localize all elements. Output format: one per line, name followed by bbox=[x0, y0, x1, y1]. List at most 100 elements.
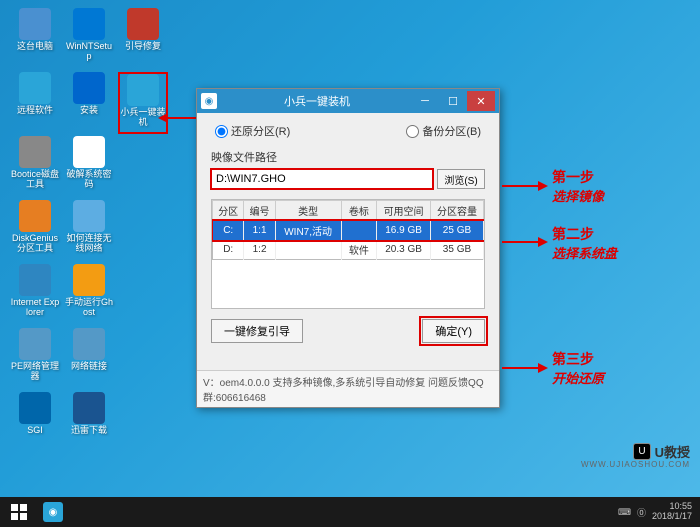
confirm-button[interactable]: 确定(Y) bbox=[422, 319, 485, 343]
taskbar-clock[interactable]: 10:55 2018/1/17 bbox=[652, 502, 692, 522]
desktop-icon-1[interactable]: WinNTSetup bbox=[64, 8, 114, 70]
desktop-icon-0[interactable]: 这台电脑 bbox=[10, 8, 60, 70]
icon-label: Internet Explorer bbox=[10, 298, 60, 318]
app-icon bbox=[73, 264, 105, 296]
restore-radio-input[interactable] bbox=[215, 125, 228, 138]
cell: 35 GB bbox=[430, 240, 483, 260]
restore-radio-label: 还原分区(R) bbox=[231, 123, 290, 139]
col-header[interactable]: 可用空间 bbox=[377, 201, 431, 221]
arrow-step1 bbox=[502, 176, 548, 196]
desktop-icons-grid: 这台电脑WinNTSetup引导修复远程软件安装小兵一键装机Bootice磁盘工… bbox=[10, 8, 168, 454]
desktop-icon-18[interactable]: SGI bbox=[10, 392, 60, 454]
icon-label: 如何连接无线网络 bbox=[64, 234, 114, 254]
icon-label: 网络链接 bbox=[71, 362, 107, 372]
app-icon bbox=[19, 264, 51, 296]
table-row[interactable]: D:1:2软件20.3 GB35 GB bbox=[213, 240, 484, 260]
watermark-url: WWW.UJIAOSHOU.COM bbox=[581, 460, 690, 469]
cell: D: bbox=[213, 240, 244, 260]
desktop-icon-6[interactable]: Bootice磁盘工具 bbox=[10, 136, 60, 198]
desktop-background: 这台电脑WinNTSetup引导修复远程软件安装小兵一键装机Bootice磁盘工… bbox=[0, 0, 700, 497]
icon-label: SGI bbox=[27, 426, 43, 436]
backup-radio-label: 备份分区(B) bbox=[422, 123, 481, 139]
app-icon bbox=[19, 328, 51, 360]
desktop-icon-3[interactable]: 远程软件 bbox=[10, 72, 60, 134]
close-button[interactable]: ✕ bbox=[467, 91, 495, 111]
minimize-button[interactable]: ─ bbox=[411, 91, 439, 111]
app-icon bbox=[73, 8, 105, 40]
taskbar: ◉ ⌨ ⓪ 10:55 2018/1/17 bbox=[0, 497, 700, 527]
watermark: U U教授 bbox=[633, 442, 690, 461]
step3-desc: 开始还原 bbox=[552, 370, 604, 388]
installer-dialog: ◉ 小兵一键装机 ─ ☐ ✕ 还原分区(R) 备份分区(B) 映像文件路径 浏览… bbox=[196, 88, 500, 408]
app-icon bbox=[73, 392, 105, 424]
watermark-badge: U bbox=[633, 443, 650, 460]
col-header[interactable]: 编号 bbox=[244, 201, 275, 221]
col-header[interactable]: 分区 bbox=[213, 201, 244, 221]
partition-table[interactable]: 分区编号类型卷标可用空间分区容量 C:1:1WIN7,活动 16.9 GB25 G… bbox=[212, 200, 484, 260]
desktop-icon-2[interactable]: 引导修复 bbox=[118, 8, 168, 70]
step3-title: 第三步 bbox=[552, 350, 604, 370]
desktop-icon-12[interactable]: Internet Explorer bbox=[10, 264, 60, 326]
maximize-button[interactable]: ☐ bbox=[439, 91, 467, 111]
app-icon bbox=[127, 8, 159, 40]
annotation-step2: 第二步 选择系统盘 bbox=[552, 225, 617, 263]
arrow-step3 bbox=[502, 358, 548, 378]
backup-radio-input[interactable] bbox=[406, 125, 419, 138]
app-icon bbox=[73, 136, 105, 168]
app-icon bbox=[19, 200, 51, 232]
partition-table-wrap: 分区编号类型卷标可用空间分区容量 C:1:1WIN7,活动 16.9 GB25 G… bbox=[211, 199, 485, 309]
cell: C: bbox=[213, 221, 244, 241]
col-header[interactable]: 分区容量 bbox=[430, 201, 483, 221]
step1-desc: 选择镜像 bbox=[552, 188, 604, 206]
backup-radio[interactable]: 备份分区(B) bbox=[406, 123, 481, 139]
app-icon bbox=[19, 8, 51, 40]
taskbar-app-icon[interactable]: ◉ bbox=[38, 497, 68, 527]
desktop-icon-13[interactable]: 手动运行Ghost bbox=[64, 264, 114, 326]
version-info: V：oem4.0.0.0 支持多种镜像,多系统引导自动修复 问题反馈QQ群:60… bbox=[197, 370, 499, 407]
button-row: 一键修复引导 确定(Y) bbox=[211, 319, 485, 343]
icon-label: 手动运行Ghost bbox=[64, 298, 114, 318]
arrow-step2 bbox=[502, 232, 548, 252]
cell: 1:1 bbox=[244, 221, 275, 241]
start-button[interactable] bbox=[0, 497, 38, 527]
dialog-titlebar[interactable]: ◉ 小兵一键装机 ─ ☐ ✕ bbox=[197, 89, 499, 113]
annotation-step1: 第一步 选择镜像 bbox=[552, 168, 604, 206]
tray-0-icon[interactable]: ⓪ bbox=[637, 506, 646, 519]
col-header[interactable]: 类型 bbox=[275, 201, 341, 221]
table-row[interactable]: C:1:1WIN7,活动 16.9 GB25 GB bbox=[213, 221, 484, 241]
icon-label: 远程软件 bbox=[17, 106, 53, 116]
system-tray[interactable]: ⌨ ⓪ 10:55 2018/1/17 bbox=[618, 502, 700, 522]
cell: 16.9 GB bbox=[377, 221, 431, 241]
app-icon bbox=[19, 136, 51, 168]
table-header-row: 分区编号类型卷标可用空间分区容量 bbox=[213, 201, 484, 221]
mode-radio-row: 还原分区(R) 备份分区(B) bbox=[211, 123, 485, 139]
icon-label: PE网络管理器 bbox=[10, 362, 60, 382]
app-icon bbox=[19, 392, 51, 424]
restore-radio[interactable]: 还原分区(R) bbox=[215, 123, 290, 139]
desktop-icon-16[interactable]: 网络链接 bbox=[64, 328, 114, 390]
app-icon bbox=[19, 72, 51, 104]
icon-label: 这台电脑 bbox=[17, 42, 53, 52]
cell bbox=[275, 240, 341, 260]
step1-title: 第一步 bbox=[552, 168, 604, 188]
col-header[interactable]: 卷标 bbox=[341, 201, 377, 221]
desktop-icon-4[interactable]: 安装 bbox=[64, 72, 114, 134]
tray-keyboard-icon[interactable]: ⌨ bbox=[618, 507, 631, 518]
image-path-input[interactable] bbox=[211, 169, 433, 189]
icon-label: DiskGenius分区工具 bbox=[10, 234, 60, 254]
annotation-step3: 第三步 开始还原 bbox=[552, 350, 604, 388]
cell: 1:2 bbox=[244, 240, 275, 260]
cell: 25 GB bbox=[430, 221, 483, 241]
repair-boot-button[interactable]: 一键修复引导 bbox=[211, 319, 303, 343]
desktop-icon-9[interactable]: DiskGenius分区工具 bbox=[10, 200, 60, 262]
cell: WIN7,活动 bbox=[275, 221, 341, 241]
desktop-icon-7[interactable]: 破解系统密码 bbox=[64, 136, 114, 198]
cell: 软件 bbox=[341, 240, 377, 260]
dialog-app-icon: ◉ bbox=[201, 93, 217, 109]
icon-label: WinNTSetup bbox=[64, 42, 114, 62]
browse-button[interactable]: 浏览(S) bbox=[437, 169, 485, 189]
desktop-icon-19[interactable]: 迅雷下载 bbox=[64, 392, 114, 454]
icon-label: Bootice磁盘工具 bbox=[10, 170, 60, 190]
desktop-icon-10[interactable]: 如何连接无线网络 bbox=[64, 200, 114, 262]
desktop-icon-15[interactable]: PE网络管理器 bbox=[10, 328, 60, 390]
